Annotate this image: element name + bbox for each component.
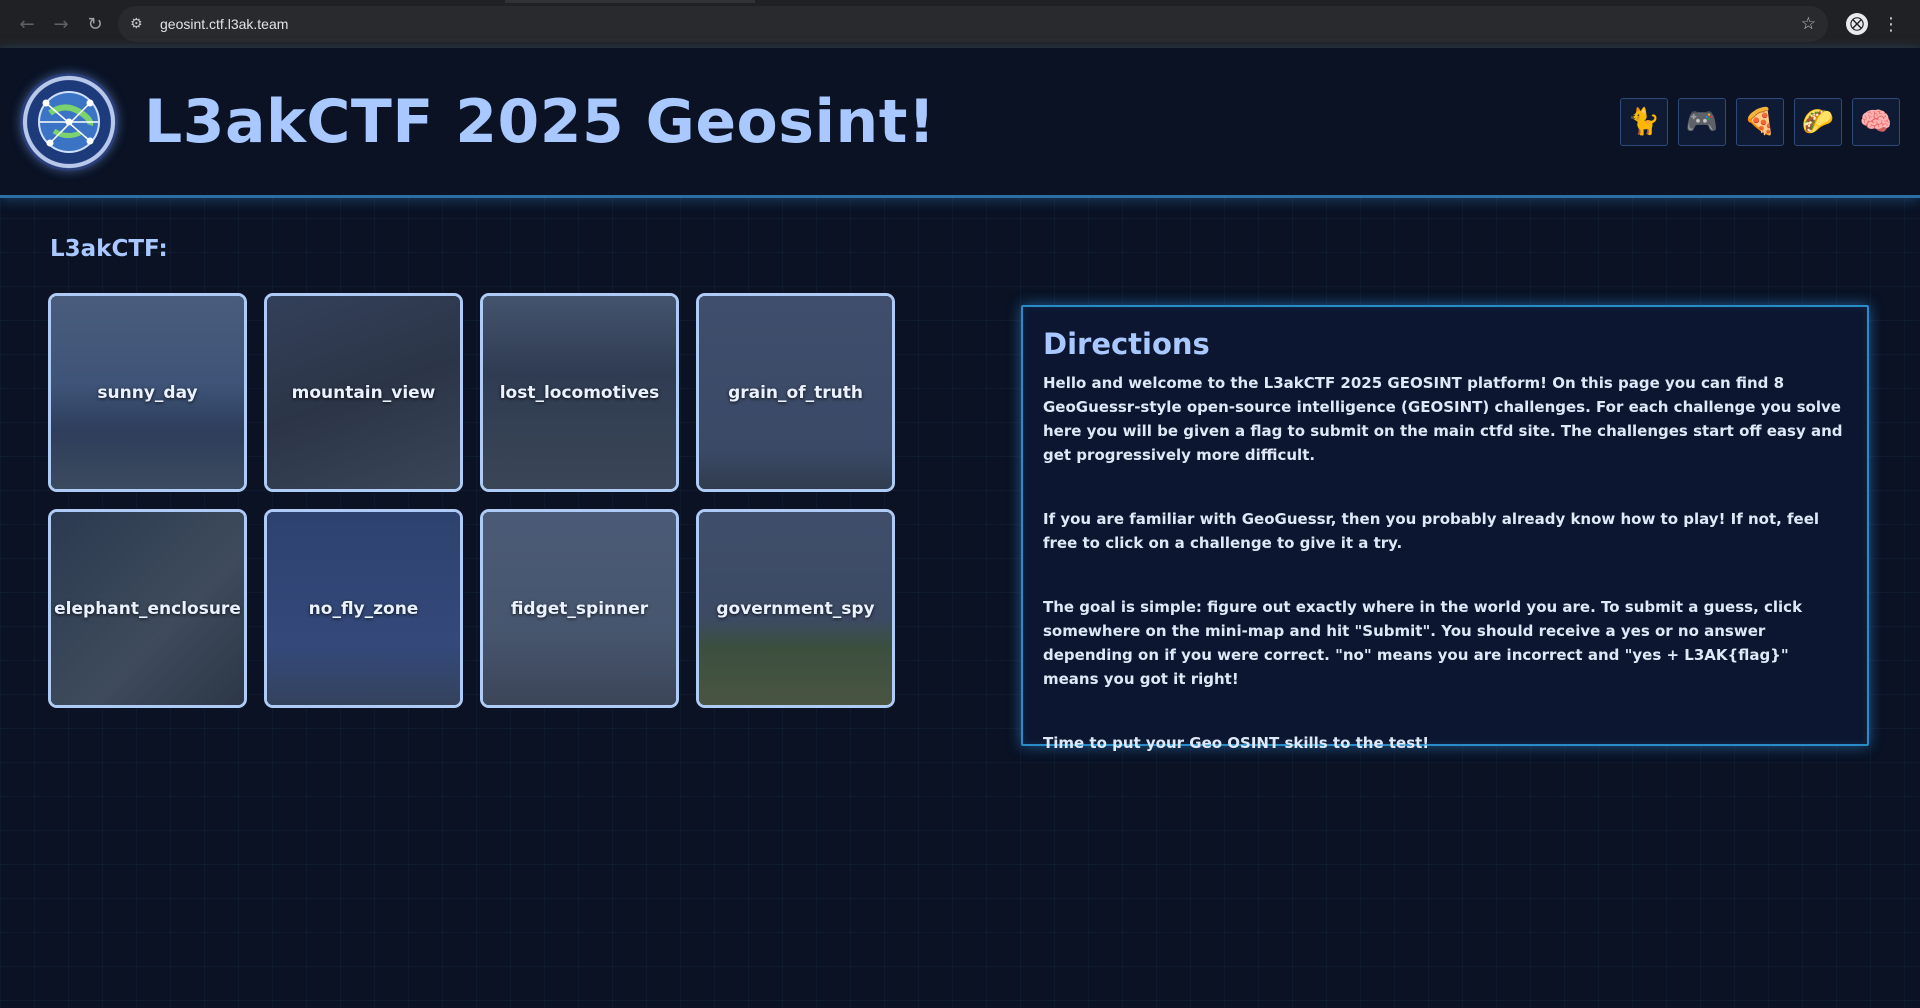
directions-paragraph-goal: The goal is simple: figure out exactly w… bbox=[1043, 598, 1803, 688]
section-label: L3akCTF: bbox=[50, 236, 168, 262]
cat-icon[interactable]: 🐈 bbox=[1620, 97, 1668, 146]
challenge-label: fidget_spinner bbox=[510, 598, 649, 619]
back-arrow-icon[interactable]: ← bbox=[10, 7, 44, 41]
challenge-grid: sunny_day mountain_view lost_locomotives… bbox=[48, 293, 895, 708]
globe-logo-icon[interactable] bbox=[20, 72, 118, 171]
gamepad-icon[interactable]: 🎮 bbox=[1678, 97, 1726, 146]
challenge-card-fidget-spinner[interactable]: fidget_spinner bbox=[480, 509, 679, 708]
directions-paragraph-intro: Hello and welcome to the L3akCTF 2025 GE… bbox=[1043, 374, 1843, 464]
reload-icon[interactable]: ↻ bbox=[78, 7, 112, 41]
profile-avatar-icon[interactable]: ⛒ bbox=[1846, 13, 1868, 35]
brain-icon[interactable]: 🧠 bbox=[1852, 97, 1900, 146]
challenge-label: government_spy bbox=[716, 598, 875, 619]
site-info-icon[interactable]: ⚙ bbox=[130, 16, 154, 32]
challenge-card-mountain-view[interactable]: mountain_view bbox=[264, 293, 463, 492]
challenge-label: no_fly_zone bbox=[308, 598, 419, 619]
challenge-card-grain-of-truth[interactable]: grain_of_truth bbox=[696, 293, 895, 492]
challenge-card-elephant-enclosure[interactable]: elephant_enclosure bbox=[48, 509, 247, 708]
directions-paragraph-geoguessr: If you are familiar with GeoGuessr, then… bbox=[1043, 510, 1820, 552]
tab-strip-indicator bbox=[505, 0, 755, 3]
directions-title: Directions bbox=[1043, 327, 1210, 361]
challenge-label: lost_locomotives bbox=[499, 382, 660, 403]
pizza-icon[interactable]: 🍕 bbox=[1736, 97, 1784, 146]
browser-menu-icon[interactable]: ⋮ bbox=[1882, 14, 1900, 35]
challenge-card-government-spy[interactable]: government_spy bbox=[696, 509, 895, 708]
header-icon-row: 🐈 🎮 🍕 🌮 🧠 bbox=[1620, 97, 1900, 146]
page: L3akCTF 2025 Geosint! 🐈 🎮 🍕 🌮 🧠 L3akCTF:… bbox=[0, 48, 1920, 1008]
directions-panel: Directions Hello and welcome to the L3ak… bbox=[1021, 305, 1869, 752]
challenge-card-sunny-day[interactable]: sunny_day bbox=[48, 293, 247, 492]
challenge-label: elephant_enclosure bbox=[54, 598, 241, 619]
challenge-label: mountain_view bbox=[291, 382, 436, 403]
challenge-card-no-fly-zone[interactable]: no_fly_zone bbox=[264, 509, 463, 708]
directions-paragraph-closing: Time to put your Geo OSINT skills to the… bbox=[1043, 734, 1430, 752]
site-header: L3akCTF 2025 Geosint! 🐈 🎮 🍕 🌮 🧠 bbox=[0, 48, 1920, 198]
bookmark-star-icon[interactable]: ☆ bbox=[1801, 14, 1816, 34]
challenge-card-lost-locomotives[interactable]: lost_locomotives bbox=[480, 293, 679, 492]
browser-toolbar: ← → ↻ ⚙ geosint.ctf.l3ak.team ☆ ⛒ ⋮ bbox=[0, 0, 1920, 48]
address-bar[interactable]: ⚙ geosint.ctf.l3ak.team ☆ bbox=[118, 6, 1828, 42]
site-title: L3akCTF 2025 Geosint! bbox=[144, 86, 936, 157]
challenge-label: grain_of_truth bbox=[728, 382, 863, 403]
forward-arrow-icon[interactable]: → bbox=[44, 7, 78, 41]
taco-icon[interactable]: 🌮 bbox=[1794, 97, 1842, 146]
challenge-label: sunny_day bbox=[97, 382, 198, 403]
url-text[interactable]: geosint.ctf.l3ak.team bbox=[160, 16, 1801, 32]
